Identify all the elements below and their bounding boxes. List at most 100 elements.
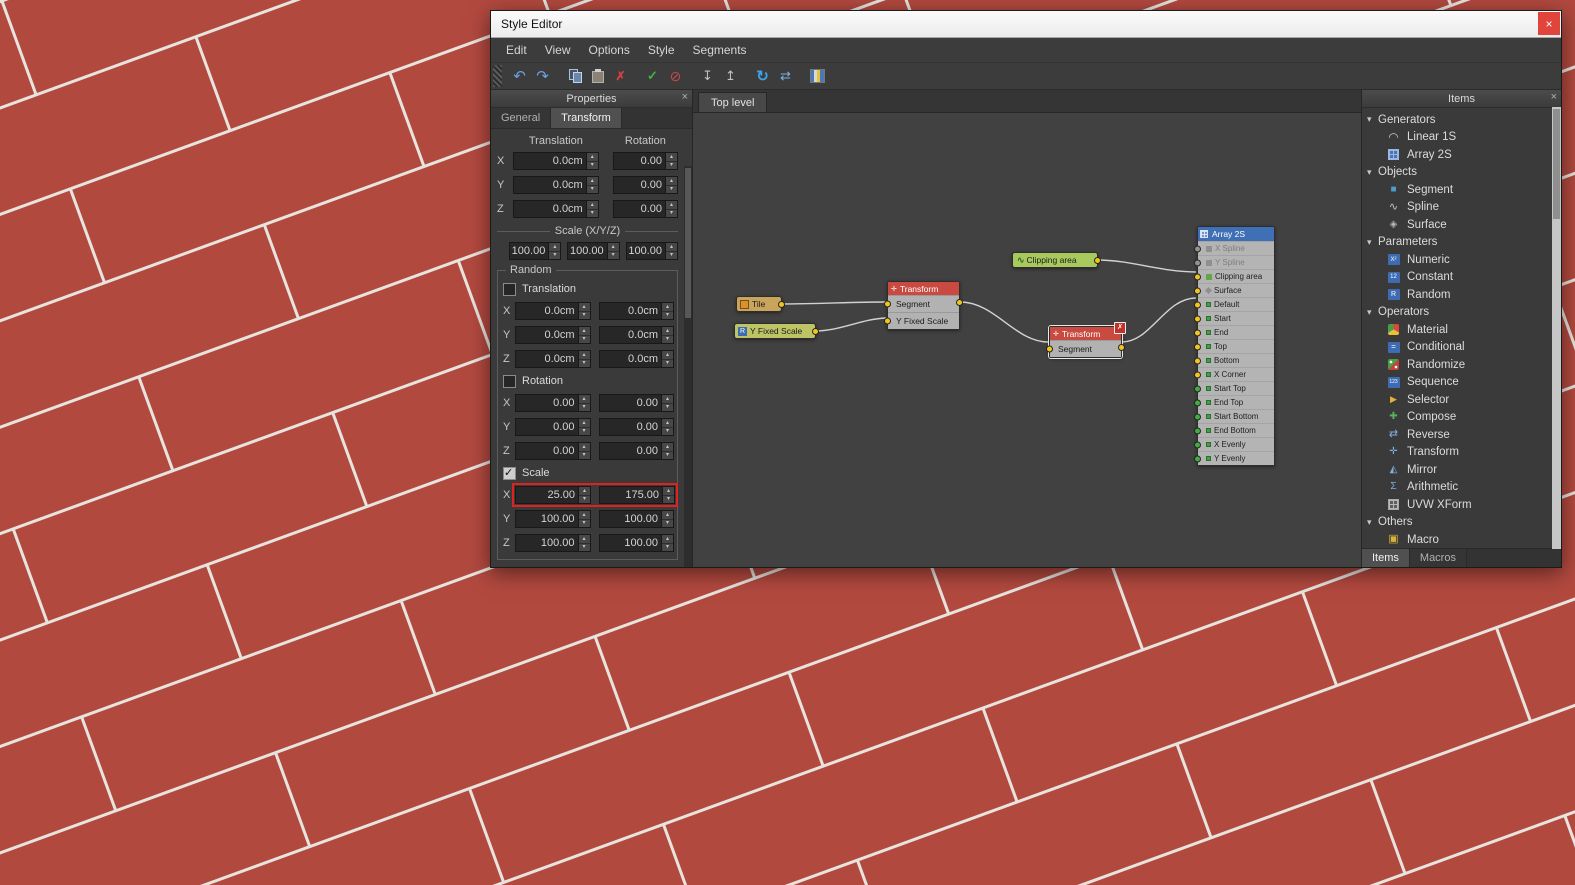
scrollbar-thumb[interactable]: [1553, 109, 1560, 219]
spinner-up-icon[interactable]: [666, 177, 677, 186]
group-others[interactable]: Others: [1362, 514, 1551, 532]
item-macro[interactable]: Macro: [1362, 531, 1551, 548]
output-port[interactable]: [812, 328, 819, 335]
output-port[interactable]: [1118, 344, 1125, 351]
discard-button[interactable]: ⊘: [665, 66, 686, 87]
redo-button[interactable]: ↷: [532, 66, 553, 87]
spinner-down-icon[interactable]: [662, 519, 673, 527]
paste-button[interactable]: [587, 66, 608, 87]
item-spline[interactable]: Spline: [1362, 199, 1551, 217]
input-port[interactable]: [1194, 329, 1201, 336]
item-randomize[interactable]: Randomize: [1362, 356, 1551, 374]
spinner-up-icon[interactable]: [662, 351, 673, 360]
tab-transform[interactable]: Transform: [551, 108, 622, 128]
spinner-down-icon[interactable]: [662, 543, 673, 551]
tab-top-level[interactable]: Top level: [698, 92, 768, 112]
spinner-up-icon[interactable]: [665, 243, 677, 252]
spinner-up-icon[interactable]: [586, 201, 598, 210]
spinner-up-icon[interactable]: [662, 535, 673, 544]
spinner-up-icon[interactable]: [578, 511, 590, 520]
random-rotation-z-max-field[interactable]: 0.00: [598, 442, 674, 460]
item-array-2s[interactable]: Array 2S: [1362, 146, 1551, 164]
menu-view[interactable]: View: [536, 43, 580, 57]
group-parameters[interactable]: Parameters: [1362, 234, 1551, 252]
tab-items[interactable]: Items: [1362, 549, 1410, 567]
item-numeric[interactable]: Numeric: [1362, 251, 1551, 269]
spinner-down-icon[interactable]: [666, 209, 677, 217]
input-port[interactable]: [1194, 427, 1201, 434]
spinner-up-icon[interactable]: [662, 303, 673, 312]
spinner-up-icon[interactable]: [666, 153, 677, 162]
spinner-up-icon[interactable]: [607, 243, 619, 252]
random-translation-x-min-field[interactable]: 0.0cm: [515, 302, 591, 320]
menu-style[interactable]: Style: [639, 43, 684, 57]
input-port[interactable]: [1194, 301, 1201, 308]
input-port[interactable]: [1194, 287, 1201, 294]
items-panel-header[interactable]: Items ×: [1362, 90, 1561, 108]
item-material[interactable]: Material: [1362, 321, 1551, 339]
input-port[interactable]: [1194, 259, 1201, 266]
collapse-arrow-icon[interactable]: [1367, 114, 1378, 125]
spinner-down-icon[interactable]: [662, 427, 673, 435]
input-port[interactable]: [1194, 441, 1201, 448]
group-objects[interactable]: Objects: [1362, 164, 1551, 182]
item-conditional[interactable]: Conditional: [1362, 339, 1551, 357]
node-transform-1[interactable]: Transform Segment Y Fixed Scale: [884, 281, 963, 330]
scale-z-field[interactable]: 100.00: [625, 242, 678, 260]
transfer-button[interactable]: ⇄: [775, 66, 796, 87]
random-scale-y-min-field[interactable]: 100.00: [515, 510, 591, 528]
random-translation-z-min-field[interactable]: 0.0cm: [515, 350, 591, 368]
output-port[interactable]: [1094, 257, 1101, 264]
collapse-arrow-icon[interactable]: [1367, 307, 1378, 318]
collapse-arrow-icon[interactable]: [1367, 517, 1378, 528]
random-translation-y-min-field[interactable]: 0.0cm: [515, 326, 591, 344]
spinner-down-icon[interactable]: [662, 359, 673, 367]
spinner-down-icon[interactable]: [578, 311, 590, 319]
input-port[interactable]: [1194, 399, 1201, 406]
collapse-arrow-icon[interactable]: [1367, 237, 1378, 248]
spinner-up-icon[interactable]: [662, 419, 673, 428]
node-graph-canvas[interactable]: Tile Y Fixed Scale Transform: [693, 113, 1361, 567]
item-linear-1s[interactable]: Linear 1S: [1362, 129, 1551, 147]
spinner-down-icon[interactable]: [578, 543, 590, 551]
random-scale-x-min-field[interactable]: 25.00: [515, 486, 591, 504]
random-scale-y-max-field[interactable]: 100.00: [598, 510, 674, 528]
node-array-2s[interactable]: Array 2S X Spline Y Spline Clipping area…: [1194, 226, 1275, 466]
random-rotation-z-min-field[interactable]: 0.00: [515, 442, 591, 460]
spinner-up-icon[interactable]: [662, 511, 673, 520]
input-port[interactable]: [1046, 345, 1053, 353]
menu-edit[interactable]: Edit: [497, 43, 536, 57]
scale-checkbox[interactable]: [503, 466, 516, 480]
node-transform-2[interactable]: Transform Segment ✗: [1046, 322, 1126, 358]
input-port[interactable]: [884, 300, 891, 308]
spinner-down-icon[interactable]: [578, 451, 590, 459]
spinner-down-icon[interactable]: [666, 185, 677, 193]
spinner-down-icon[interactable]: [666, 161, 677, 169]
spinner-down-icon[interactable]: [662, 335, 673, 343]
spinner-down-icon[interactable]: [586, 161, 598, 169]
delete-button[interactable]: ✗: [610, 66, 631, 87]
input-port[interactable]: [1194, 357, 1201, 364]
spinner-up-icon[interactable]: [549, 243, 561, 252]
spinner-down-icon[interactable]: [578, 359, 590, 367]
spinner-up-icon[interactable]: [578, 443, 590, 452]
input-port[interactable]: [1194, 455, 1201, 462]
spinner-up-icon[interactable]: [586, 153, 598, 162]
unpack-button[interactable]: ↥: [720, 66, 741, 87]
spinner-up-icon[interactable]: [578, 419, 590, 428]
scale-x-field[interactable]: 100.00: [509, 242, 562, 260]
spinner-up-icon[interactable]: [579, 487, 590, 496]
node-delete-icon[interactable]: ✗: [1114, 322, 1126, 334]
menu-options[interactable]: Options: [579, 43, 638, 57]
window-titlebar[interactable]: Style Editor ×: [491, 11, 1561, 38]
panel-close-icon[interactable]: ×: [682, 91, 688, 103]
scale-y-field[interactable]: 100.00: [567, 242, 620, 260]
spinner-up-icon[interactable]: [666, 201, 677, 210]
menu-segments[interactable]: Segments: [684, 43, 756, 57]
translation-z-field[interactable]: 0.0cm: [513, 200, 599, 218]
translation-x-field[interactable]: 0.0cm: [513, 152, 599, 170]
item-reverse[interactable]: Reverse: [1362, 426, 1551, 444]
spinner-down-icon[interactable]: [607, 251, 619, 259]
spinner-down-icon[interactable]: [662, 403, 673, 411]
spinner-down-icon[interactable]: [549, 251, 561, 259]
